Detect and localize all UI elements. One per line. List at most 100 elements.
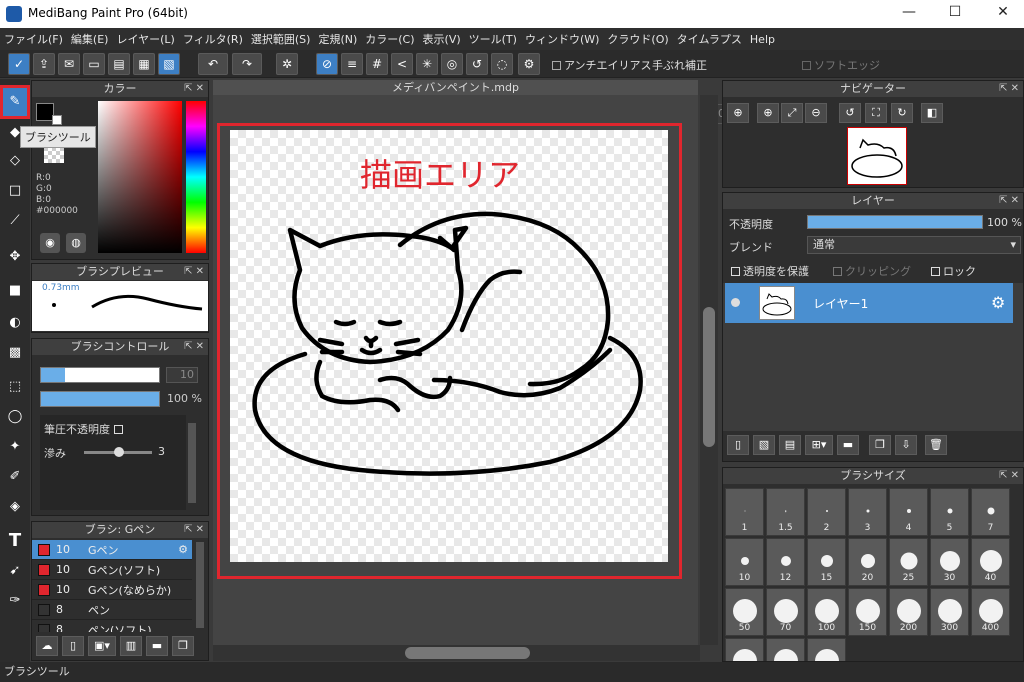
folder-icon[interactable]: ▬ xyxy=(837,435,859,455)
undo-icon[interactable]: ↶ xyxy=(198,53,228,75)
cloud-check-icon[interactable]: ✓ xyxy=(8,53,30,75)
brush-size-cell[interactable] xyxy=(807,638,846,661)
fill-rect-icon[interactable]: ■ xyxy=(3,279,27,303)
brush-size-cell[interactable]: 70 xyxy=(766,588,805,636)
merge-layer-icon[interactable]: ⇩ xyxy=(895,435,917,455)
brush-size-cell[interactable] xyxy=(725,638,764,661)
snap-circle-icon[interactable]: ◎ xyxy=(441,53,463,75)
eyedropper-tool-icon[interactable]: ✑ xyxy=(3,589,27,613)
brush-size-cell[interactable]: 10 xyxy=(725,538,764,586)
blur-slider-handle[interactable] xyxy=(114,447,124,457)
snap-radial-icon[interactable]: ✳ xyxy=(416,53,438,75)
new-1bit-layer-icon[interactable]: ▤ xyxy=(779,435,801,455)
menu-filter[interactable]: フィルタ(R) xyxy=(183,31,251,47)
new-halftone-layer-icon[interactable]: ▧ xyxy=(753,435,775,455)
move-tool-icon[interactable]: ✥ xyxy=(3,245,27,269)
zoom-in-icon[interactable]: ⊕ xyxy=(757,103,779,123)
comment-icon[interactable]: ✉ xyxy=(58,53,80,75)
rotate-left-icon[interactable]: ↺ xyxy=(839,103,861,123)
add-layer-menu-icon[interactable]: ⊞▾ xyxy=(805,435,833,455)
brush-size-cell[interactable]: 20 xyxy=(848,538,887,586)
panel-close-icon[interactable]: ⇱ ✕ xyxy=(184,264,204,280)
panel-close-icon[interactable]: ⇱ ✕ xyxy=(999,468,1019,484)
zoom-in-icon[interactable]: ⊕ xyxy=(727,103,749,123)
brush-size-cell[interactable]: 30 xyxy=(930,538,969,586)
menu-view[interactable]: 表示(V) xyxy=(423,31,469,47)
dot-eraser-icon[interactable]: ◇ xyxy=(3,149,27,173)
brush-size-cell[interactable]: 7 xyxy=(971,488,1010,536)
magic-wand-icon[interactable]: ✦ xyxy=(3,435,27,459)
brush-size-cell[interactable]: 25 xyxy=(889,538,928,586)
brush-settings-icon[interactable]: ▥ xyxy=(120,636,142,656)
snap-perspective-icon[interactable]: < xyxy=(391,53,413,75)
blend-select[interactable]: 通常 ▾ xyxy=(807,236,1021,254)
saturation-value-picker[interactable] xyxy=(98,101,182,253)
brush-item-pen-soft[interactable]: 8 ペン(ソフト) xyxy=(32,620,192,632)
lock-checkbox[interactable]: ロック xyxy=(931,263,976,279)
snap-settings-icon[interactable]: ⚙ xyxy=(518,53,540,75)
brush-size-cell[interactable]: 4 xyxy=(889,488,928,536)
brush-size-cell[interactable]: 40 xyxy=(971,538,1010,586)
select-pen-icon[interactable]: ✐ xyxy=(3,465,27,489)
antialias-checkbox[interactable]: アンチエイリアス xyxy=(552,57,652,73)
fit-screen-icon[interactable]: ⤢ xyxy=(781,103,803,123)
trash-icon[interactable]: 🗑 xyxy=(925,435,947,455)
menu-tool[interactable]: ツール(T) xyxy=(469,31,525,47)
duplicate-icon[interactable]: ❐ xyxy=(172,636,194,656)
blur-slider[interactable] xyxy=(84,447,152,457)
brush-item-g-pen-soft[interactable]: 10 Gペン(ソフト) xyxy=(32,560,192,580)
deselect-icon[interactable]: ✲ xyxy=(276,53,298,75)
bucket-tool-icon[interactable]: ◐ xyxy=(3,311,27,335)
snap-off-icon[interactable]: ⊘ xyxy=(316,53,338,75)
maximize-button[interactable]: ☐ xyxy=(940,4,970,24)
select-rect-icon[interactable]: ⬚ xyxy=(3,375,27,399)
panel-icon[interactable]: ▦ xyxy=(133,53,155,75)
brush-size-cell[interactable]: 400 xyxy=(971,588,1010,636)
navigator-thumbnail[interactable] xyxy=(847,127,907,185)
brush-size-cell[interactable]: 300 xyxy=(930,588,969,636)
brush-size-cell[interactable]: 1.5 xyxy=(766,488,805,536)
panel-close-icon[interactable]: ⇱ ✕ xyxy=(184,339,204,355)
brush-size-cell[interactable]: 2 xyxy=(807,488,846,536)
menu-cloud[interactable]: クラウド(O) xyxy=(607,31,676,47)
clipping-checkbox[interactable]: クリッピング xyxy=(833,263,911,279)
horizontal-scrollbar[interactable] xyxy=(213,645,700,661)
add-brush-icon[interactable]: ▣▾ xyxy=(88,636,116,656)
vertical-scrollbar-thumb[interactable] xyxy=(703,307,715,447)
horizontal-scrollbar-thumb[interactable] xyxy=(405,647,530,659)
material-icon[interactable]: ▧ xyxy=(158,53,180,75)
protect-transparency-checkbox[interactable]: 透明度を保護 xyxy=(731,263,809,279)
brush-item-g-pen-smooth[interactable]: 10 Gペン(なめらか) xyxy=(32,580,192,600)
panel-close-icon[interactable]: ⇱ ✕ xyxy=(999,193,1019,209)
brush-tool-icon[interactable]: ✎ xyxy=(0,85,30,119)
page-icon[interactable]: ▤ xyxy=(108,53,130,75)
new-brush-icon[interactable]: ▯ xyxy=(62,636,84,656)
menu-selection[interactable]: 選択範囲(S) xyxy=(251,31,319,47)
brush-size-cell[interactable]: 100 xyxy=(807,588,846,636)
menu-layer[interactable]: レイヤー(L) xyxy=(116,31,182,47)
visibility-eye-icon[interactable] xyxy=(731,298,740,307)
operation-tool-icon[interactable]: ➹ xyxy=(3,559,27,583)
brush-item-pen[interactable]: 8 ペン xyxy=(32,600,192,620)
snap-grid-icon[interactable]: # xyxy=(366,53,388,75)
soft-edge-checkbox[interactable]: ソフトエッジ xyxy=(802,57,880,73)
panel-close-icon[interactable]: ⇱ ✕ xyxy=(999,81,1019,97)
brush-size-cell[interactable] xyxy=(766,638,805,661)
rectangle-tool-icon[interactable]: □ xyxy=(3,179,27,203)
gear-icon[interactable]: ⚙ xyxy=(178,543,188,556)
brush-size-slider[interactable] xyxy=(40,367,160,383)
select-eraser-icon[interactable]: ◈ xyxy=(3,495,27,519)
menu-color[interactable]: カラー(C) xyxy=(365,31,422,47)
brush-size-cell[interactable]: 1 xyxy=(725,488,764,536)
brush-list-scrollbar[interactable] xyxy=(196,542,204,628)
brush-size-cell[interactable]: 15 xyxy=(807,538,846,586)
rotate-right-icon[interactable]: ↻ xyxy=(891,103,913,123)
folder-icon[interactable]: ▬ xyxy=(146,636,168,656)
text-tool-icon[interactable]: T xyxy=(3,529,27,553)
cloud-download-icon[interactable]: ☁ xyxy=(36,636,58,656)
panel-close-icon[interactable]: ⇱ ✕ xyxy=(184,81,204,97)
redo-icon[interactable]: ↷ xyxy=(232,53,262,75)
chat-icon[interactable]: ▭ xyxy=(83,53,105,75)
duplicate-layer-icon[interactable]: ❐ xyxy=(869,435,891,455)
new-layer-icon[interactable]: ▯ xyxy=(727,435,749,455)
